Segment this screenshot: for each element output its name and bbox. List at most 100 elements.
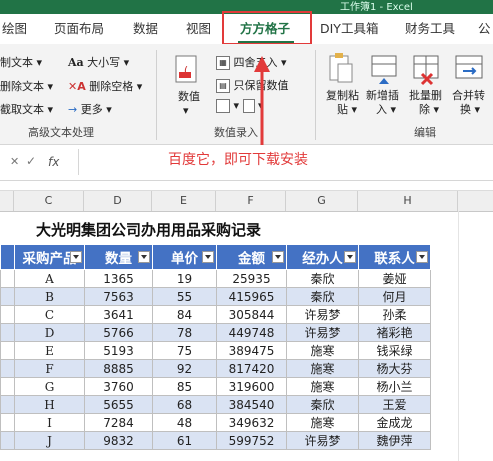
table-cell[interactable]: 85	[152, 377, 217, 396]
insert-label-2[interactable]: 入 ▾	[376, 101, 396, 117]
table-cell[interactable]: I	[14, 413, 85, 432]
table-cell[interactable]: D	[14, 323, 85, 342]
text-menu-left-2[interactable]: 删除文本 ▾	[0, 78, 53, 94]
table-cell[interactable]: 施寒	[286, 377, 359, 396]
table-cell[interactable]: 7563	[84, 287, 153, 306]
table-cell[interactable]: 秦欣	[286, 269, 359, 288]
table-cell[interactable]: B	[14, 287, 85, 306]
header-cell[interactable]: 联系人	[358, 244, 431, 270]
table-cell[interactable]: 1365	[84, 269, 153, 288]
table-cell[interactable]: 68	[152, 395, 217, 414]
table-cell[interactable]: 305844	[216, 305, 287, 324]
more-button[interactable]: → 更多 ▾	[68, 101, 112, 117]
table-cell[interactable]: 何月	[358, 287, 431, 306]
table-cell[interactable]: 55	[152, 287, 217, 306]
table-cell[interactable]: E	[14, 341, 85, 360]
cancel-icon[interactable]: ✕	[10, 155, 19, 168]
case-button[interactable]: Aa 大小写 ▾	[68, 54, 129, 70]
table-cell[interactable]: H	[14, 395, 85, 414]
table-cell[interactable]: 9832	[84, 431, 153, 450]
remove-space-button[interactable]: ✕A 删除空格 ▾	[68, 78, 142, 94]
keep-values-button[interactable]: ▤ 只保留数值	[216, 77, 289, 93]
table-cell[interactable]: 19	[152, 269, 217, 288]
table-cell[interactable]: 25935	[216, 269, 287, 288]
table-cell[interactable]: 施寒	[286, 341, 359, 360]
table-cell[interactable]: 7284	[84, 413, 153, 432]
table-cell[interactable]: 秦欣	[286, 287, 359, 306]
tab-data[interactable]: 数据	[133, 14, 158, 44]
tab-formulas[interactable]: 公	[478, 14, 491, 44]
filter-dropdown-icon[interactable]	[416, 251, 428, 263]
table-cell[interactable]: 415965	[216, 287, 287, 306]
function-button[interactable]: fx	[48, 155, 59, 169]
table-cell[interactable]: 杨小兰	[358, 377, 431, 396]
filter-dropdown-icon[interactable]	[70, 251, 82, 263]
table-cell[interactable]: 48	[152, 413, 217, 432]
table-cell[interactable]: 3760	[84, 377, 153, 396]
column-header-i[interactable]	[458, 191, 493, 211]
tab-draw[interactable]: 绘图	[2, 14, 27, 44]
table-cell[interactable]: 599752	[216, 431, 287, 450]
table-cell[interactable]: 5193	[84, 341, 153, 360]
table-cell[interactable]: 449748	[216, 323, 287, 342]
table-cell[interactable]: 5766	[84, 323, 153, 342]
confirm-icon[interactable]: ✓	[26, 154, 36, 168]
text-menu-left-3[interactable]: 截取文本 ▾	[0, 101, 53, 117]
table-cell[interactable]: F	[14, 359, 85, 378]
filter-dropdown-icon[interactable]	[272, 251, 284, 263]
table-cell[interactable]: 817420	[216, 359, 287, 378]
table-cell[interactable]: 8885	[84, 359, 153, 378]
copy-paste-label-2[interactable]: 贴 ▾	[337, 101, 357, 117]
table-cell[interactable]: 杨大芬	[358, 359, 431, 378]
table-cell[interactable]: G	[14, 377, 85, 396]
column-header-d[interactable]: D	[84, 191, 152, 211]
batch-delete-label-2[interactable]: 除 ▾	[419, 101, 439, 117]
header-cell[interactable]: 采购产品	[14, 244, 85, 270]
table-cell[interactable]: 75	[152, 341, 217, 360]
column-header-e[interactable]: E	[152, 191, 216, 211]
header-cell[interactable]: 经办人	[286, 244, 359, 270]
table-cell[interactable]: 384540	[216, 395, 287, 414]
table-cell[interactable]: 褚彩艳	[358, 323, 431, 342]
table-cell[interactable]: 王爱	[358, 395, 431, 414]
column-header-h[interactable]: H	[358, 191, 458, 211]
table-cell[interactable]: 许易梦	[286, 431, 359, 450]
header-cell[interactable]: 单价	[152, 244, 217, 270]
tab-finance-tools[interactable]: 财务工具	[405, 14, 455, 44]
column-header-g[interactable]: G	[286, 191, 358, 211]
filter-dropdown-icon[interactable]	[344, 251, 356, 263]
filter-dropdown-icon[interactable]	[138, 251, 150, 263]
table-cell[interactable]: 349632	[216, 413, 287, 432]
table-cell[interactable]: 92	[152, 359, 217, 378]
value-dropdown-arrow[interactable]: ▾	[183, 104, 189, 117]
header-cell[interactable]: 数量	[84, 244, 153, 270]
table-cell[interactable]: 84	[152, 305, 217, 324]
column-header-f[interactable]: F	[216, 191, 286, 211]
table-cell[interactable]: 钱采绿	[358, 341, 431, 360]
table-cell[interactable]: 78	[152, 323, 217, 342]
merge-convert-label-2[interactable]: 换 ▾	[460, 101, 480, 117]
table-cell[interactable]: 许易梦	[286, 305, 359, 324]
table-cell[interactable]: 许易梦	[286, 323, 359, 342]
table-cell[interactable]: 319600	[216, 377, 287, 396]
table-cell[interactable]: J	[14, 431, 85, 450]
table-cell[interactable]: 魏伊萍	[358, 431, 431, 450]
text-menu-left-1[interactable]: 制文本 ▾	[0, 54, 42, 70]
table-cell[interactable]: 施寒	[286, 413, 359, 432]
round-button[interactable]: ▦ 四舍五入 ▾	[216, 54, 287, 70]
table-cell[interactable]: 金成龙	[358, 413, 431, 432]
table-cell[interactable]: 3641	[84, 305, 153, 324]
table-cell[interactable]: 孙柔	[358, 305, 431, 324]
tab-diy-toolbox[interactable]: DIY工具箱	[320, 14, 378, 44]
table-cell[interactable]: C	[14, 305, 85, 324]
table-cell[interactable]: 施寒	[286, 359, 359, 378]
header-cell[interactable]: 金额	[216, 244, 287, 270]
filter-dropdown-icon[interactable]	[202, 251, 214, 263]
tab-page-layout[interactable]: 页面布局	[54, 14, 104, 44]
value-button[interactable]: 数值	[178, 88, 200, 104]
column-header-b[interactable]	[0, 191, 14, 211]
table-cell[interactable]: 389475	[216, 341, 287, 360]
numeric-extra-button[interactable]: ▾ ▾	[216, 99, 264, 113]
table-cell[interactable]: 61	[152, 431, 217, 450]
table-cell[interactable]: 姜娅	[358, 269, 431, 288]
